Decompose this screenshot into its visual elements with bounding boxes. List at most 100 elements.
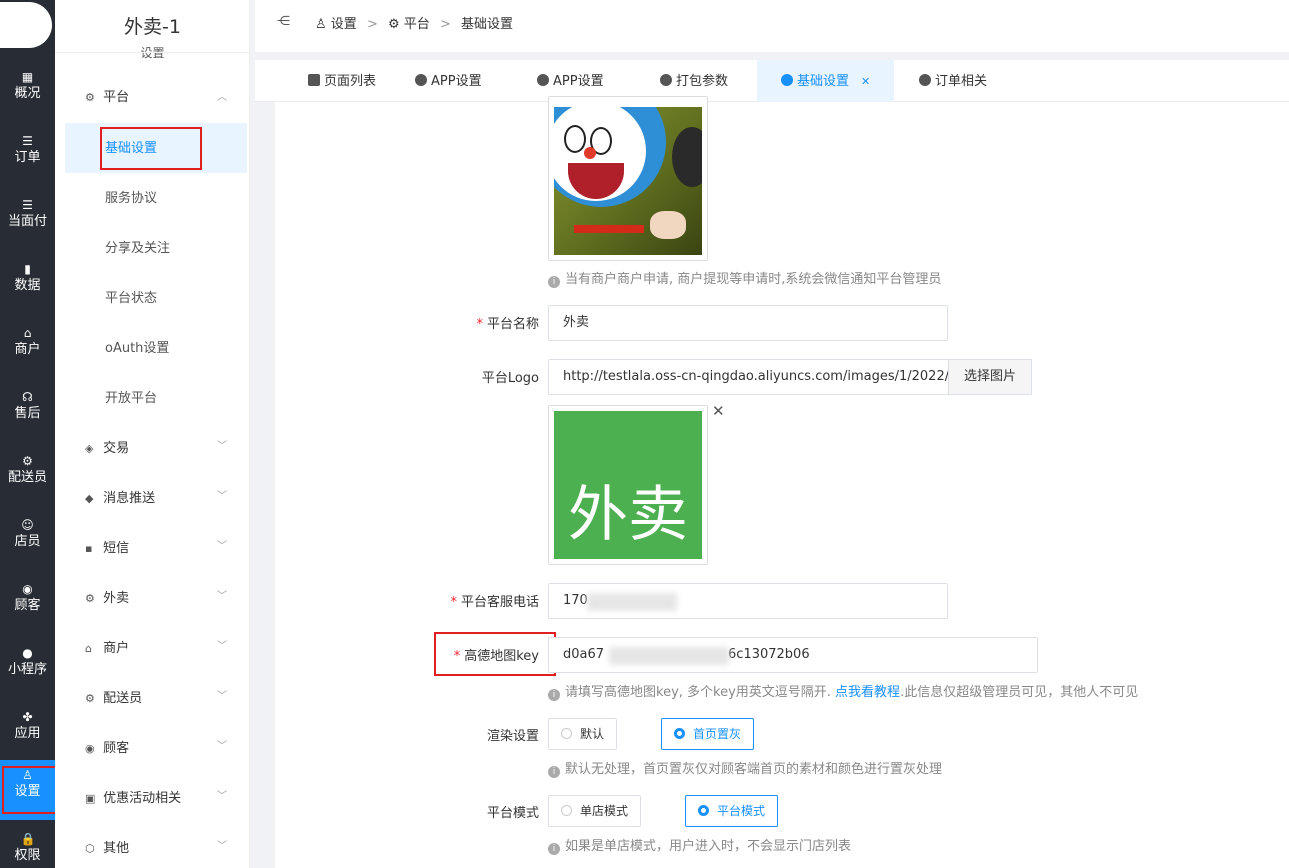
submenu-group-courier[interactable]: ⚙ 配送员 bbox=[85, 689, 142, 709]
breadcrumb-platform[interactable]: 平台 bbox=[404, 17, 430, 32]
chevron-down-icon[interactable]: ﹀ bbox=[217, 537, 227, 557]
render-option-gray-home[interactable]: 首页置灰 bbox=[661, 718, 755, 750]
settings-user-icon bbox=[919, 74, 931, 86]
chevron-down-icon[interactable]: ﹀ bbox=[217, 687, 227, 707]
rail-item-aftersale[interactable]: ☊ 售后 bbox=[0, 382, 55, 442]
top-bar: ⋲ ♙ 设置 > ⚙ 平台 > 基础设置 bbox=[255, 0, 1289, 52]
main-nav-rail: ▦ 概况 ☰ 订单 ☰ 当面付 ▮ 数据 ⌂ 商户 ☊ 售后 ⚙ 配送员 ☺ 店员 ◉ 顾客 ● 小… bbox=[0, 0, 60, 868]
platform-name-label: * 平台名称 bbox=[476, 317, 539, 332]
chevron-down-icon[interactable]: ﹀ bbox=[217, 637, 227, 657]
submenu-group-platform[interactable]: ⚙ 平台 bbox=[85, 88, 129, 108]
app-icon bbox=[660, 74, 672, 86]
rail-item-permissions[interactable]: 🔒 权限 bbox=[0, 824, 55, 868]
info-icon: i bbox=[548, 843, 560, 855]
radio-checked-icon bbox=[698, 805, 709, 816]
submenu-group-trade[interactable]: ◈ 交易 bbox=[85, 439, 129, 459]
platform-name-input[interactable]: 外卖 bbox=[548, 305, 948, 341]
chevron-down-icon[interactable]: ﹀ bbox=[217, 587, 227, 607]
wechat-icon: ● bbox=[22, 646, 33, 660]
gear-icon: ⚙ bbox=[388, 17, 400, 32]
settings-form: i 当有商户商户申请, 商户提现等申请时,系统会微信通知平台管理员 * 平台名称 外… bbox=[275, 96, 1289, 868]
scooter-icon: ⚙ bbox=[22, 454, 33, 468]
radio-icon bbox=[561, 728, 572, 739]
breadcrumb-separator: > bbox=[366, 17, 378, 32]
submenu-item-oauth[interactable]: oAuth设置 bbox=[105, 339, 169, 359]
chevron-up-icon[interactable]: ︿ bbox=[217, 88, 227, 108]
submenu-group-sms[interactable]: ▪ 短信 bbox=[85, 539, 129, 559]
rail-item-facepay[interactable]: ☰ 当面付 bbox=[0, 190, 55, 250]
mode-option-platform[interactable]: 平台模式 bbox=[685, 795, 779, 827]
scooter-icon: ⚙ bbox=[85, 592, 95, 605]
platform-logo-url-input[interactable]: http://testlala.oss-cn-qingdao.aliyuncs.… bbox=[548, 359, 949, 395]
render-hint: i 默认无处理，首页置灰仅对顾客端首页的素材和颜色进行置灰处理 bbox=[548, 758, 942, 778]
close-icon[interactable]: ✕ bbox=[861, 75, 870, 88]
list-icon: ☰ bbox=[22, 198, 33, 212]
app-icon bbox=[415, 74, 427, 86]
info-icon: i bbox=[548, 766, 560, 778]
highlight-box-rail-settings bbox=[2, 766, 60, 814]
user-circle-icon: ◉ bbox=[85, 742, 95, 755]
lock-icon: 🔒 bbox=[20, 832, 36, 846]
chevron-down-icon[interactable]: ﹀ bbox=[217, 787, 227, 807]
tab-app-settings-1[interactable]: APP设置 bbox=[415, 60, 482, 102]
trade-icon: ◈ bbox=[85, 442, 94, 455]
rail-item-merchant[interactable]: ⌂ 商户 bbox=[0, 318, 55, 378]
users-icon: ☺ bbox=[21, 518, 34, 532]
submenu-item-share-follow[interactable]: 分享及关注 bbox=[105, 239, 170, 259]
message-icon: ▪ bbox=[85, 542, 93, 555]
rail-item-orders[interactable]: ☰ 订单 bbox=[0, 126, 55, 186]
bar-chart-icon: ▮ bbox=[24, 262, 31, 276]
chevron-down-icon[interactable]: ﹀ bbox=[217, 837, 227, 857]
menu-fold-icon[interactable]: ⋲ bbox=[277, 14, 290, 29]
redacted-area bbox=[869, 818, 1289, 868]
info-icon: i bbox=[548, 276, 560, 288]
submenu-group-promotions[interactable]: ▣ 优惠活动相关 bbox=[85, 789, 181, 809]
redacted-key bbox=[609, 647, 729, 665]
remove-logo-close-icon[interactable]: ✕ bbox=[712, 402, 725, 420]
tutorial-link[interactable]: 点我看教程 bbox=[835, 685, 900, 700]
submenu-item-open-platform[interactable]: 开放平台 bbox=[105, 389, 157, 409]
breadcrumb: ♙ 设置 > ⚙ 平台 > 基础设置 bbox=[315, 13, 513, 32]
submenu-group-merchant[interactable]: ⌂ 商户 bbox=[85, 639, 129, 659]
headset-icon: ☊ bbox=[22, 390, 33, 404]
breadcrumb-settings[interactable]: 设置 bbox=[331, 17, 357, 32]
submenu-group-push[interactable]: ◆ 消息推送 bbox=[85, 489, 155, 509]
choose-image-button[interactable]: 选择图片 bbox=[948, 359, 1033, 395]
rail-item-customer[interactable]: ◉ 顾客 bbox=[0, 574, 55, 634]
highlight-box-amap-label bbox=[434, 632, 556, 676]
mode-hint: i 如果是单店模式，用户进入时，不会显示门店列表 bbox=[548, 835, 868, 855]
settings-submenu: 外卖-1 设置 ⚙ 平台 ︿ 基础设置 服务协议 分享及关注 平台状态 oAut… bbox=[55, 0, 250, 868]
submenu-group-takeout[interactable]: ⚙ 外卖 bbox=[85, 589, 129, 609]
rail-item-overview[interactable]: ▦ 概况 bbox=[0, 62, 55, 122]
rail-item-apps[interactable]: ✤ 应用 bbox=[0, 702, 55, 762]
chevron-down-icon[interactable]: ﹀ bbox=[217, 487, 227, 507]
render-setting-label: 渲染设置 bbox=[486, 729, 539, 744]
required-mark: * bbox=[450, 595, 457, 610]
store-icon: ⌂ bbox=[23, 326, 32, 340]
tab-page-list[interactable]: 页面列表 bbox=[308, 60, 376, 102]
list-icon: ☰ bbox=[22, 134, 33, 148]
chevron-down-icon[interactable]: ﹀ bbox=[217, 737, 227, 757]
rail-item-miniprogram[interactable]: ● 小程序 bbox=[0, 638, 55, 698]
required-mark: * bbox=[476, 317, 483, 332]
rail-item-data[interactable]: ▮ 数据 bbox=[0, 254, 55, 314]
settings-user-icon: ♙ bbox=[315, 17, 327, 32]
gift-icon: ▣ bbox=[85, 792, 96, 805]
info-icon: i bbox=[548, 689, 560, 701]
rail-item-courier[interactable]: ⚙ 配送员 bbox=[0, 446, 55, 506]
submenu-item-service-agreement[interactable]: 服务协议 bbox=[105, 189, 157, 209]
render-option-default[interactable]: 默认 bbox=[548, 718, 618, 750]
chevron-down-icon[interactable]: ﹀ bbox=[217, 437, 227, 457]
mode-option-single-store[interactable]: 单店模式 bbox=[548, 795, 642, 827]
radio-icon bbox=[561, 805, 572, 816]
submenu-group-customer[interactable]: ◉ 顾客 bbox=[85, 739, 129, 759]
rail-item-staff[interactable]: ☺ 店员 bbox=[0, 510, 55, 570]
submenu-item-platform-status[interactable]: 平台状态 bbox=[105, 289, 157, 309]
brand-logo bbox=[0, 2, 52, 48]
redacted-phone bbox=[587, 593, 677, 611]
apps-icon: ✤ bbox=[22, 710, 33, 724]
app-icon bbox=[537, 74, 549, 86]
submenu-group-other[interactable]: ⬡ 其他 bbox=[85, 839, 129, 859]
tab-basic-settings[interactable]: 基础设置 ✕ bbox=[757, 60, 895, 102]
tab-order-related[interactable]: 订单相关 bbox=[919, 60, 987, 102]
